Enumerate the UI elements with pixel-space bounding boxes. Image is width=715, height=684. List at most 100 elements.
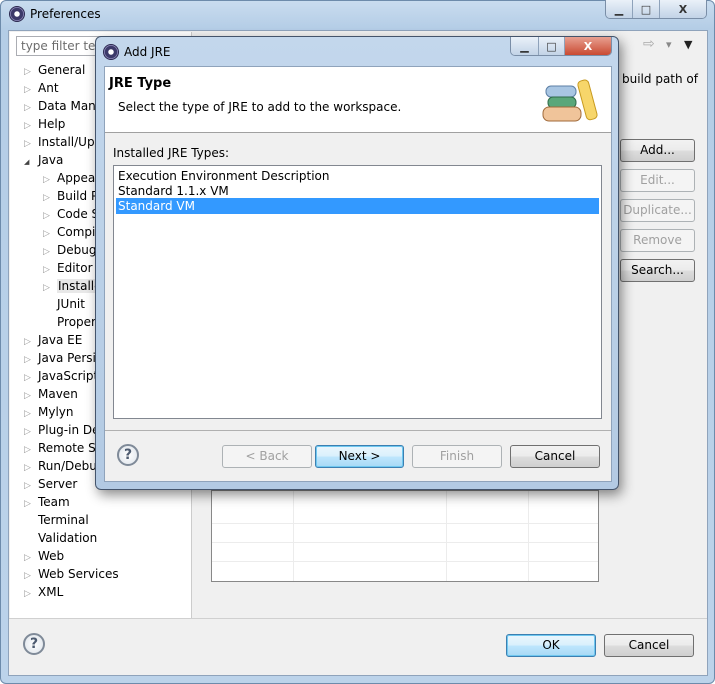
tree-item-label: Server [38,477,78,491]
tree-item[interactable]: ▷ Compi [43,223,95,241]
maximize-button[interactable]: □ [633,0,660,18]
tree-item[interactable]: ▷ Installe [43,277,103,295]
tree-item[interactable]: ▷ Plug-in De [24,421,100,439]
tree-item-label: Code S [57,207,100,221]
tree-item[interactable]: ▷ Build P [43,187,98,205]
tree-item-label: Web [38,549,65,563]
tree-item[interactable]: ▷ Maven [24,385,78,403]
tree-item-label: JavaScript [38,369,99,383]
tree-item-label: XML [38,585,64,599]
tree-item-label: Maven [38,387,78,401]
eclipse-app-icon [9,6,25,22]
tree-item[interactable]: ▷ Debug [43,241,96,259]
search-button[interactable]: Search... [620,259,695,282]
tree-item[interactable]: Terminal [24,511,89,529]
ok-button[interactable]: OK [506,634,596,657]
help-icon[interactable]: ? [23,633,45,655]
view-menu-icon[interactable]: ▼ [684,38,692,51]
remove-button[interactable]: Remove [620,229,695,252]
tree-item-label: Install/Upd [38,135,103,149]
close-button[interactable]: X [660,0,706,18]
tree-item-label: JUnit [57,297,85,311]
dialog-maximize-button[interactable]: □ [539,37,565,55]
tree-item[interactable]: ▷ Data Mana [24,97,103,115]
list-item[interactable]: Standard 1.1.x VM [116,183,599,199]
tree-item[interactable]: ▷ Code S [43,205,99,223]
tree-item-label: Debug [57,243,97,257]
tree-item[interactable]: ▷ Editor [43,259,93,277]
add-button[interactable]: Add... [620,139,695,162]
tree-item-label: General [38,63,86,77]
footer-separator [9,618,707,619]
collapsed-arrow-icon[interactable]: ▷ [24,585,38,603]
tree-item[interactable]: ▷ Web [24,547,64,565]
tree-item-label: Appear [57,171,101,185]
tree-item-label: Java Persis [38,351,103,365]
tree-item[interactable]: ▷ General [24,61,85,79]
tree-item[interactable]: Proper [43,313,96,331]
tree-item-label: Help [38,117,66,131]
tree-item-label: Team [38,495,70,509]
tree-item[interactable]: ▷ Mylyn [24,403,74,421]
tree-item-label: Java [38,153,64,167]
dialog-title: Add JRE [124,45,171,59]
tree-item[interactable]: ▷ Java Persis [24,349,102,367]
tree-item-label: Java EE [38,333,83,347]
dialog-footer-separator [105,430,611,431]
dialog-caption-buttons: ▁ □ X [510,37,612,56]
window-title: Preferences [30,7,101,21]
eclipse-dialog-icon [103,44,119,60]
list-item-selected[interactable]: Standard VM [116,198,599,214]
forward-nav-dropdown-icon[interactable]: ▾ [666,38,672,51]
dialog-cancel-button[interactable]: Cancel [510,445,600,468]
tree-item-label: Validation [38,531,98,545]
jre-books-icon [542,79,598,122]
duplicate-button[interactable]: Duplicate... [620,199,695,222]
tree-item[interactable]: ▷ Appear [43,169,100,187]
tree-item[interactable]: ▷ Install/Upd [24,133,102,151]
installed-jres-table[interactable] [211,490,599,582]
tree-item-label: Plug-in De [38,423,100,437]
wizard-title: JRE Type [109,76,172,91]
tree-item[interactable]: ▷ Server [24,475,77,493]
dialog-help-icon[interactable]: ? [117,444,139,466]
tree-item-label: Build P [57,189,99,203]
tree-item-label: Editor [57,261,93,275]
wizard-description: Select the type of JRE to add to the wor… [118,100,402,114]
tree-item[interactable]: Validation [24,529,97,547]
tree-item-label: Proper [57,315,96,329]
tree-item[interactable]: ▷ JavaScript [24,367,98,385]
tree-item[interactable]: ▷ Run/Debu [24,457,97,475]
tree-item-label: Data Mana [38,99,104,113]
tree-item-label: Ant [38,81,59,95]
list-label: Installed JRE Types: [113,146,230,160]
tree-item[interactable]: ▷ Web Services [24,565,119,583]
tree-item-label: Mylyn [38,405,74,419]
next-button[interactable]: Next > [315,445,404,468]
dialog-minimize-button[interactable]: ▁ [511,37,539,55]
jre-type-list[interactable]: Execution Environment Description Standa… [113,165,602,419]
tree-item-label: Remote Sy [38,441,103,455]
minimize-button[interactable]: ▁ [606,0,633,18]
expanded-arrow-icon[interactable]: ◢ [24,153,38,171]
edit-button[interactable]: Edit... [620,169,695,192]
tree-item[interactable]: ▷ Help [24,115,65,133]
tree-item-label: Compi [57,225,96,239]
tree-item[interactable]: ▷ Java EE [24,331,82,349]
tree-item-label: Web Services [38,567,119,581]
tree-item[interactable]: ▷ Team [24,493,70,511]
forward-nav-icon[interactable]: ⇨ [643,36,655,52]
cancel-button[interactable]: Cancel [604,634,694,657]
tree-item[interactable]: ▷ XML [24,583,63,601]
tree-item[interactable]: ▷ Ant [24,79,59,97]
tree-item[interactable]: JUnit [43,295,85,313]
dialog-close-button[interactable]: X [565,37,611,55]
tree-item[interactable]: ▷ Remote Sy [24,439,103,457]
tree-item[interactable]: ◢ Java [24,151,63,169]
page-description: build path of [622,72,698,86]
back-button[interactable]: < Back [222,445,312,468]
tree-item-label: Run/Debu [38,459,97,473]
tree-item-label: Terminal [38,513,89,527]
finish-button[interactable]: Finish [412,445,502,468]
list-item[interactable]: Execution Environment Description [116,168,599,184]
